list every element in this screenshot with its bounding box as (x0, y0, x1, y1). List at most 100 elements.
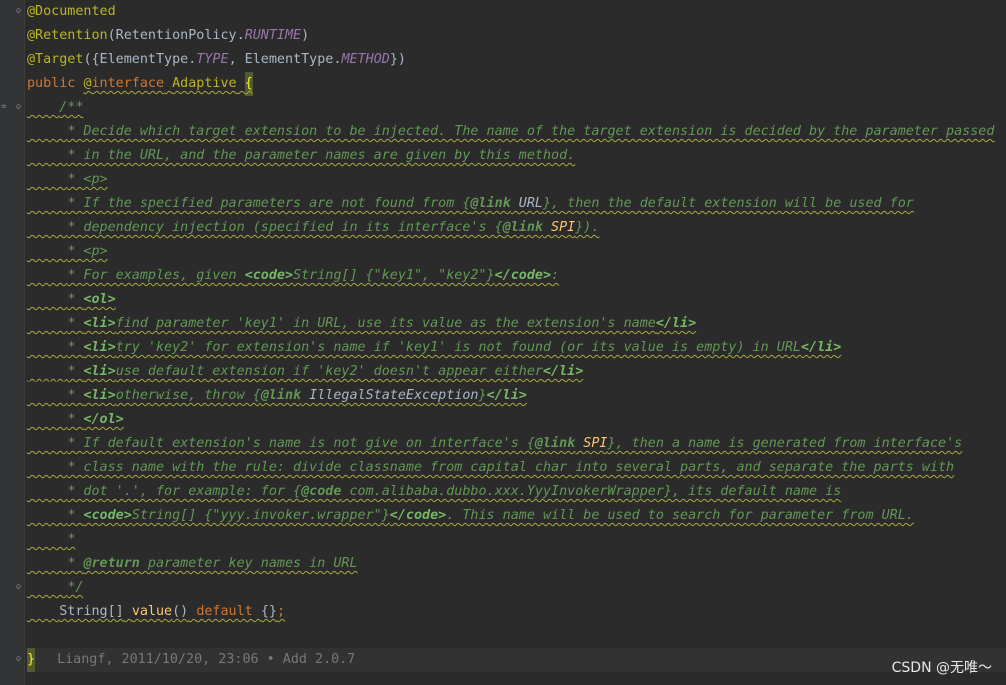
code-line: * <code>String[] {"yyy.invoker.wrapper"}… (27, 504, 1006, 528)
code-line: */ (27, 576, 1006, 600)
code-area[interactable]: @Documented @Retention(RetentionPolicy.R… (27, 0, 1006, 672)
code-editor[interactable]: ◇ ◇ ◇ ◇ = @Documented @Retention(Retenti… (0, 0, 1006, 685)
code-line: * </ol> (27, 408, 1006, 432)
annotation: @ (83, 76, 92, 91)
javadoc-html-tag: </code> (389, 508, 447, 523)
javadoc-text: * (67, 508, 84, 523)
javadoc-link-ref[interactable]: IllegalStateException (301, 388, 478, 403)
code-line: * Decide which target extension to be in… (27, 120, 1006, 144)
fold-collapse-icon[interactable]: ◇ (14, 103, 23, 112)
javadoc-html-tag: <li> (83, 388, 116, 403)
javadoc-text: * <p> (67, 172, 108, 187)
constant: METHOD (341, 52, 390, 67)
javadoc-text: String[] {"key1", "key2"} (293, 268, 495, 283)
brace-highlight: } (27, 648, 36, 672)
javadoc-html-tag: </ol> (83, 412, 124, 427)
git-blame-annotation[interactable]: Liangf, 2011/10/20, 23:06 • Add 2.0.7 (57, 652, 355, 667)
keyword: interface (91, 76, 165, 91)
javadoc-text: } (478, 388, 487, 403)
code-token: ) (301, 28, 310, 43)
javadoc-html-tag: <code> (83, 508, 132, 523)
fold-expand-icon[interactable]: ◇ (14, 655, 23, 664)
javadoc-text: * If the specified parameters are not fo… (67, 196, 471, 211)
code-line: * <li>use default extension if 'key2' do… (27, 360, 1006, 384)
code-line: public @interface Adaptive { (27, 72, 1006, 96)
current-line: } Liangf, 2011/10/20, 23:06 • Add 2.0.7 (27, 648, 1006, 672)
code-line: @Retention(RetentionPolicy.RUNTIME) (27, 24, 1006, 48)
javadoc-link-ref[interactable]: URL (511, 196, 543, 211)
fold-collapse-icon[interactable]: ◇ (14, 7, 23, 16)
code-token: , ElementType. (228, 52, 342, 67)
javadoc-html-tag: </li> (800, 340, 842, 355)
javadoc-text: * If default extension's name is not giv… (67, 436, 535, 451)
javadoc-text: parameter key names in URL (139, 556, 358, 571)
javadoc-text: * (67, 532, 76, 547)
constant: TYPE (196, 52, 229, 67)
type-name: Adaptive (172, 76, 237, 91)
code-line: * <li>try 'key2' for extension's name if… (27, 336, 1006, 360)
code-token: }) (389, 52, 406, 67)
code-line: @Target({ElementType.TYPE, ElementType.M… (27, 48, 1006, 72)
code-token: ; (276, 604, 285, 619)
keyword: default (196, 604, 253, 619)
javadoc-tag: @link (534, 436, 576, 451)
javadoc-text: }). (575, 220, 600, 235)
javadoc-text: }, its default name is (663, 484, 842, 499)
watermark: CSDN @无唯～ (891, 660, 992, 676)
code-line: * <p> (27, 240, 1006, 264)
annotation: @Retention (27, 28, 108, 43)
code-line: * For examples, given <code>String[] {"k… (27, 264, 1006, 288)
javadoc-text: /** (59, 100, 84, 115)
code-line: * dot '.', for example: for {@code com.a… (27, 480, 1006, 504)
javadoc-text: * <p> (67, 244, 108, 259)
javadoc-text: . This name will be used to search for p… (446, 508, 914, 523)
javadoc-text: try 'key2' for extension's name if 'key1… (115, 340, 801, 355)
javadoc-text: */ (67, 580, 84, 595)
code-token: ({ElementType. (83, 52, 197, 67)
javadoc-html-tag: <ol> (83, 292, 116, 307)
javadoc-html-tag: <li> (83, 340, 116, 355)
code-token: () (172, 604, 189, 619)
javadoc-text: use default extension if 'key2' doesn't … (115, 364, 543, 379)
javadoc-text: * (67, 340, 84, 355)
javadoc-html-tag: <li> (83, 364, 116, 379)
method-name: value (131, 604, 173, 619)
javadoc-text: * For examples, given (67, 268, 245, 283)
code-line: * in the URL, and the parameter names ar… (27, 144, 1006, 168)
javadoc-code-ref: com.alibaba.dubbo.xxx.YyyInvokerWrapper (341, 484, 664, 499)
code-line: * (27, 528, 1006, 552)
javadoc-html-tag: </code> (494, 268, 552, 283)
annotation: @Target (27, 52, 84, 67)
code-line: * If the specified parameters are not fo… (27, 192, 1006, 216)
javadoc-text: otherwise, throw { (115, 388, 261, 403)
javadoc-link-ref[interactable]: SPI (543, 220, 575, 235)
javadoc-tag: @link (260, 388, 302, 403)
javadoc-text: find parameter 'key1' in URL, use its va… (115, 316, 656, 331)
javadoc-html-tag: <code> (244, 268, 294, 283)
javadoc-html-tag: </li> (655, 316, 697, 331)
javadoc-html-tag: </li> (542, 364, 584, 379)
annotation: @Documented (27, 4, 116, 19)
gutter-divider (24, 0, 25, 685)
javadoc-html-tag: </li> (486, 388, 527, 403)
code-line: * <ol> (27, 288, 1006, 312)
javadoc-text: * dependency injection (specified in its… (67, 220, 503, 235)
javadoc-text: * (67, 388, 84, 403)
fold-expand-icon[interactable]: ◇ (14, 583, 23, 592)
code-line: * @return parameter key names in URL (27, 552, 1006, 576)
code-token: {} (260, 604, 277, 619)
code-line: * class name with the rule: divide class… (27, 456, 1006, 480)
change-marker-icon: = (1, 102, 7, 112)
javadoc-text: * (67, 556, 84, 571)
javadoc-text: * Decide which target extension to be in… (67, 124, 995, 139)
javadoc-text: * dot '.', for example: for { (67, 484, 302, 499)
code-token: (RetentionPolicy. (107, 28, 245, 43)
javadoc-tag: @link (502, 220, 543, 235)
javadoc-text: * in the URL, and the parameter names ar… (67, 148, 576, 163)
javadoc-tag: @return (83, 556, 140, 571)
javadoc-link-ref[interactable]: SPI (575, 436, 607, 451)
code-line: /** (27, 96, 1006, 120)
javadoc-tag: @link (470, 196, 511, 211)
javadoc-text: String[] {"yyy.invoker.wrapper"} (131, 508, 390, 523)
javadoc-text: * (67, 316, 84, 331)
